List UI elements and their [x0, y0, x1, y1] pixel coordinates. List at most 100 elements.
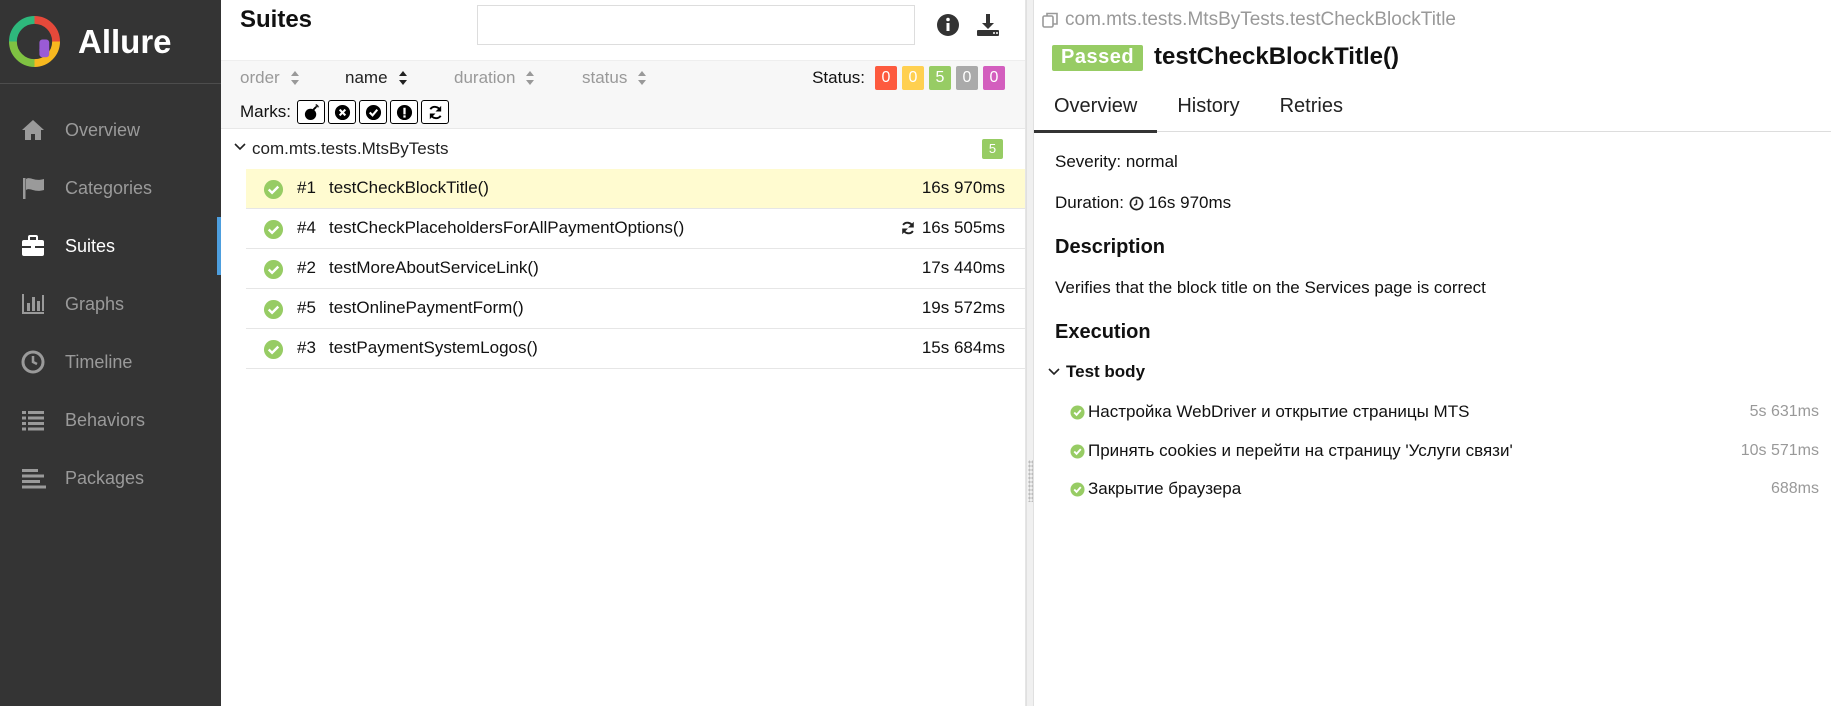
test-row-name: testCheckPlaceholdersForAllPaymentOption… — [329, 218, 685, 237]
align-left-icon — [20, 465, 46, 491]
step-duration: 688ms — [1770, 480, 1819, 497]
search-input[interactable] — [477, 5, 915, 45]
test-row[interactable]: #4 testCheckPlaceholdersForAllPaymentOpt… — [246, 209, 1025, 249]
sidebar-item-label: Suites — [65, 235, 116, 256]
suite-group[interactable]: com.mts.tests.MtsByTests 5 — [221, 129, 1025, 169]
sort-order[interactable]: order — [240, 68, 300, 88]
times-circle-icon — [334, 104, 350, 120]
test-row-duration: 15s 684ms — [922, 338, 1005, 358]
status-unknown-badge[interactable]: 0 — [983, 66, 1005, 90]
suites-pane: Suites order name duration status Status… — [221, 0, 1026, 706]
sidebar-item-label: Timeline — [65, 351, 133, 372]
test-row-duration: 19s 572ms — [922, 298, 1005, 318]
step-name: Закрытие браузера — [1088, 479, 1242, 498]
copy-icon[interactable] — [1041, 11, 1059, 29]
sidebar-item-timeline[interactable]: Timeline — [0, 333, 221, 391]
check-circle-icon — [1070, 404, 1085, 420]
suite-group-name: com.mts.tests.MtsByTests — [252, 139, 449, 158]
step-item[interactable]: Закрытие браузера 688ms — [1070, 476, 1819, 502]
sidebar-item-behaviors[interactable]: Behaviors — [0, 391, 221, 449]
mark-flaky-toggle[interactable] — [297, 100, 325, 124]
test-row-number: #1 — [297, 178, 316, 197]
check-circle-icon — [263, 179, 284, 200]
refresh-icon — [902, 221, 914, 235]
sidebar-item-packages[interactable]: Packages — [0, 449, 221, 507]
test-row-duration-value: 16s 505ms — [921, 218, 1005, 237]
sidebar-item-graphs[interactable]: Graphs — [0, 275, 221, 333]
tab-history[interactable]: History — [1157, 84, 1259, 132]
sort-status[interactable]: status — [582, 68, 647, 88]
test-detail-pane: com.mts.tests.MtsByTests.testCheckBlockT… — [1034, 0, 1831, 706]
status-badge: Passed — [1052, 45, 1144, 71]
mark-new-passed-toggle[interactable] — [359, 100, 387, 124]
step-name: Принять cookies и перейти на страницу 'У… — [1088, 441, 1513, 460]
status-skipped-badge[interactable]: 0 — [956, 66, 978, 90]
test-row[interactable]: #1 testCheckBlockTitle() 16s 970ms — [246, 169, 1025, 209]
sort-icon — [290, 71, 299, 85]
marks-label: Marks: — [240, 102, 291, 121]
test-row-duration: 16s 970ms — [922, 178, 1005, 198]
breadcrumb[interactable]: com.mts.tests.MtsByTests.testCheckBlockT… — [1041, 9, 1456, 31]
download-icon[interactable] — [975, 12, 1001, 38]
check-circle-icon — [365, 104, 381, 120]
test-row[interactable]: #5 testOnlinePaymentForm() 19s 572ms — [246, 289, 1025, 329]
splitter-grip[interactable] — [1028, 460, 1033, 502]
allure-logo — [9, 16, 60, 67]
flag-icon — [20, 175, 46, 201]
sort-order-label: order — [240, 68, 280, 87]
tab-retries[interactable]: Retries — [1260, 84, 1363, 132]
sidebar-item-label: Graphs — [65, 293, 125, 314]
check-circle-icon — [1070, 443, 1085, 459]
test-row-duration: 16s 505ms — [900, 218, 1005, 238]
app-name: Allure — [78, 22, 172, 60]
step-duration: 5s 631ms — [1749, 403, 1819, 420]
status-failed-badge[interactable]: 0 — [875, 66, 897, 90]
info-icon[interactable] — [935, 12, 961, 38]
check-circle-icon — [1070, 481, 1085, 497]
page-title: Suites — [240, 6, 313, 33]
sidebar-nav: Overview Categories Suites Graphs Timeli… — [0, 84, 221, 507]
brand[interactable]: Allure — [0, 0, 221, 84]
status-broken-badge[interactable]: 0 — [902, 66, 924, 90]
sidebar-item-overview[interactable]: Overview — [0, 101, 221, 159]
sidebar-item-label: Categories — [65, 177, 153, 198]
test-row-number: #2 — [297, 258, 316, 277]
briefcase-icon — [20, 233, 46, 259]
sidebar-item-suites[interactable]: Suites — [0, 217, 221, 275]
tab-overview[interactable]: Overview — [1034, 84, 1158, 133]
test-row-name: testPaymentSystemLogos() — [329, 338, 538, 357]
chevron-down-icon — [234, 143, 246, 151]
test-row[interactable]: #3 testPaymentSystemLogos() 15s 684ms — [246, 329, 1025, 369]
status-label: Status: — [812, 68, 865, 87]
mark-new-failed-toggle[interactable] — [328, 100, 356, 124]
test-row-duration-value: 15s 684ms — [921, 338, 1005, 357]
pane-splitter[interactable] — [1026, 0, 1034, 706]
test-body-label: Test body — [1066, 362, 1146, 381]
test-row-name: testOnlinePaymentForm() — [329, 298, 524, 317]
test-row-duration-value: 17s 440ms — [921, 258, 1005, 277]
sidebar-item-label: Behaviors — [65, 409, 146, 430]
sort-icon — [526, 71, 535, 85]
mark-new-broken-toggle[interactable] — [390, 100, 418, 124]
check-circle-icon — [263, 219, 284, 240]
sort-name[interactable]: name — [345, 68, 408, 88]
description-heading: Description — [1055, 236, 1166, 258]
exclamation-circle-icon — [396, 104, 412, 120]
sidebar-item-label: Packages — [65, 467, 145, 488]
sidebar-item-categories[interactable]: Categories — [0, 159, 221, 217]
breadcrumb-text: com.mts.tests.MtsByTests.testCheckBlockT… — [1065, 9, 1456, 30]
status-passed-badge[interactable]: 5 — [929, 66, 951, 90]
test-row[interactable]: #2 testMoreAboutServiceLink() 17s 440ms — [246, 249, 1025, 289]
test-body-toggle[interactable]: Test body — [1048, 362, 1145, 382]
step-item[interactable]: Настройка WebDriver и открытие страницы … — [1070, 399, 1819, 425]
test-row-number: #4 — [297, 218, 316, 237]
mark-retries-toggle[interactable] — [421, 100, 449, 124]
clock-icon — [1129, 196, 1144, 210]
sort-duration-label: duration — [454, 68, 516, 87]
refresh-icon — [429, 105, 441, 119]
sort-duration[interactable]: duration — [454, 68, 535, 88]
step-item[interactable]: Принять cookies и перейти на страницу 'У… — [1070, 438, 1819, 464]
severity: Severity: normal — [1055, 152, 1178, 171]
duration-label: Duration: — [1055, 193, 1124, 212]
chevron-down-icon — [1048, 368, 1060, 376]
